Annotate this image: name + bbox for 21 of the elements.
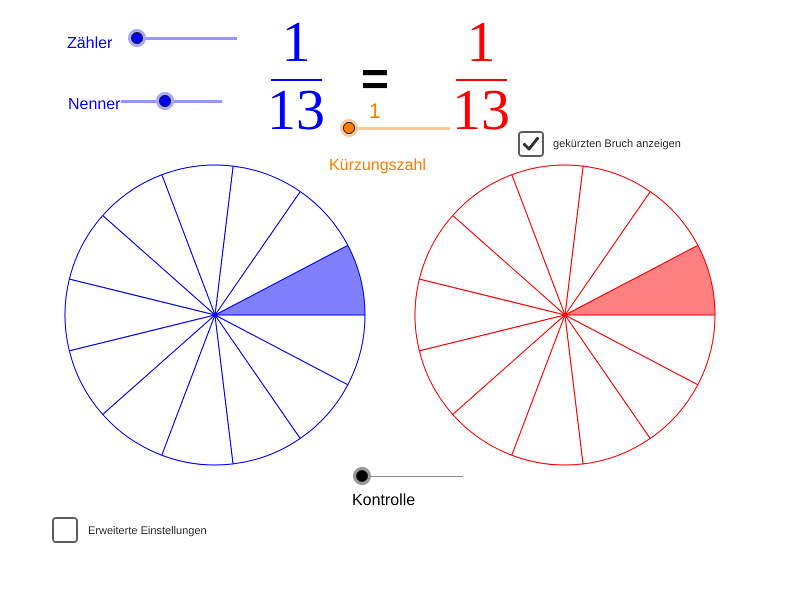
fraction-denominator: 13 bbox=[452, 81, 510, 139]
fraction-numerator: 1 bbox=[282, 13, 310, 71]
slider-label: Kürzungszahl bbox=[329, 157, 426, 175]
slider-thumb[interactable] bbox=[156, 92, 174, 110]
check-icon bbox=[523, 137, 539, 151]
checkbox-label[interactable]: Erweiterte Einstellungen bbox=[88, 525, 207, 538]
checkbox-label[interactable]: gekürzten Bruch anzeigen bbox=[553, 138, 681, 151]
fraction-denominator: 13 bbox=[267, 81, 325, 139]
slider-track[interactable] bbox=[128, 29, 237, 47]
slider-label: Kontrolle bbox=[352, 492, 416, 510]
slider-track[interactable] bbox=[340, 119, 450, 137]
slider-track[interactable] bbox=[353, 467, 463, 485]
slider-label: Zähler bbox=[67, 35, 112, 53]
fraction-numerator: 1 bbox=[466, 13, 496, 71]
checkbox[interactable] bbox=[518, 131, 544, 157]
slider-label: Nenner bbox=[68, 96, 120, 114]
checkbox[interactable] bbox=[52, 517, 78, 543]
slider-thumb[interactable] bbox=[353, 467, 371, 485]
slider-thumb[interactable] bbox=[128, 29, 146, 47]
slider-thumb[interactable] bbox=[340, 119, 358, 137]
slider-track[interactable] bbox=[121, 92, 222, 110]
